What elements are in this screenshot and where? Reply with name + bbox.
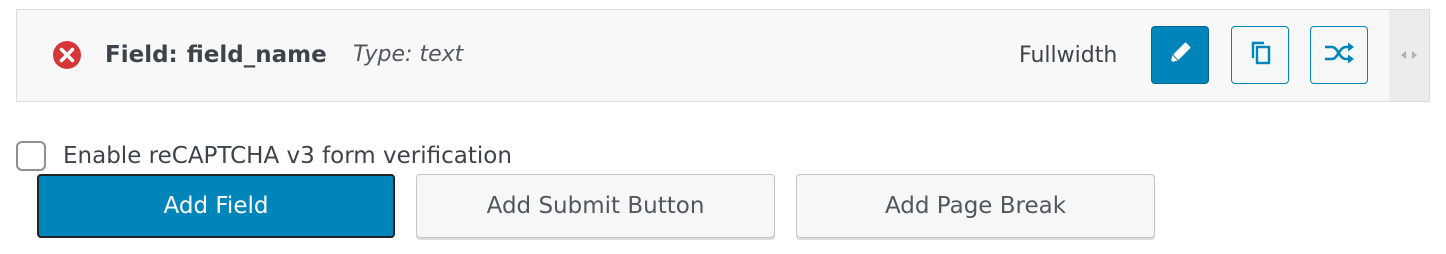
field-name: field_name xyxy=(186,42,327,68)
edit-field-button[interactable] xyxy=(1151,26,1209,84)
remove-circle-icon[interactable] xyxy=(52,40,82,70)
add-page-break-button[interactable]: Add Page Break xyxy=(796,174,1155,238)
recaptcha-option: Enable reCAPTCHA v3 form verification xyxy=(16,141,512,171)
add-field-button[interactable]: Add Field xyxy=(37,174,395,238)
field-label-prefix: Field: xyxy=(105,42,178,68)
field-row: Field: field_name Type: text Fullwidth xyxy=(16,9,1430,102)
shuffle-icon xyxy=(1322,38,1356,72)
field-type: Type: text xyxy=(353,42,464,67)
recaptcha-label[interactable]: Enable reCAPTCHA v3 form verification xyxy=(63,143,512,169)
add-submit-button[interactable]: Add Submit Button xyxy=(416,174,775,238)
drag-handle-icon xyxy=(1400,46,1418,65)
fullwidth-label: Fullwidth xyxy=(1019,43,1118,68)
drag-handle[interactable] xyxy=(1389,10,1429,101)
move-field-button[interactable] xyxy=(1310,26,1368,84)
field-title: Field: field_name xyxy=(105,40,327,70)
recaptcha-checkbox[interactable] xyxy=(16,141,46,171)
pencil-icon xyxy=(1165,38,1195,72)
duplicate-field-button[interactable] xyxy=(1231,26,1289,84)
duplicate-icon xyxy=(1245,38,1275,72)
